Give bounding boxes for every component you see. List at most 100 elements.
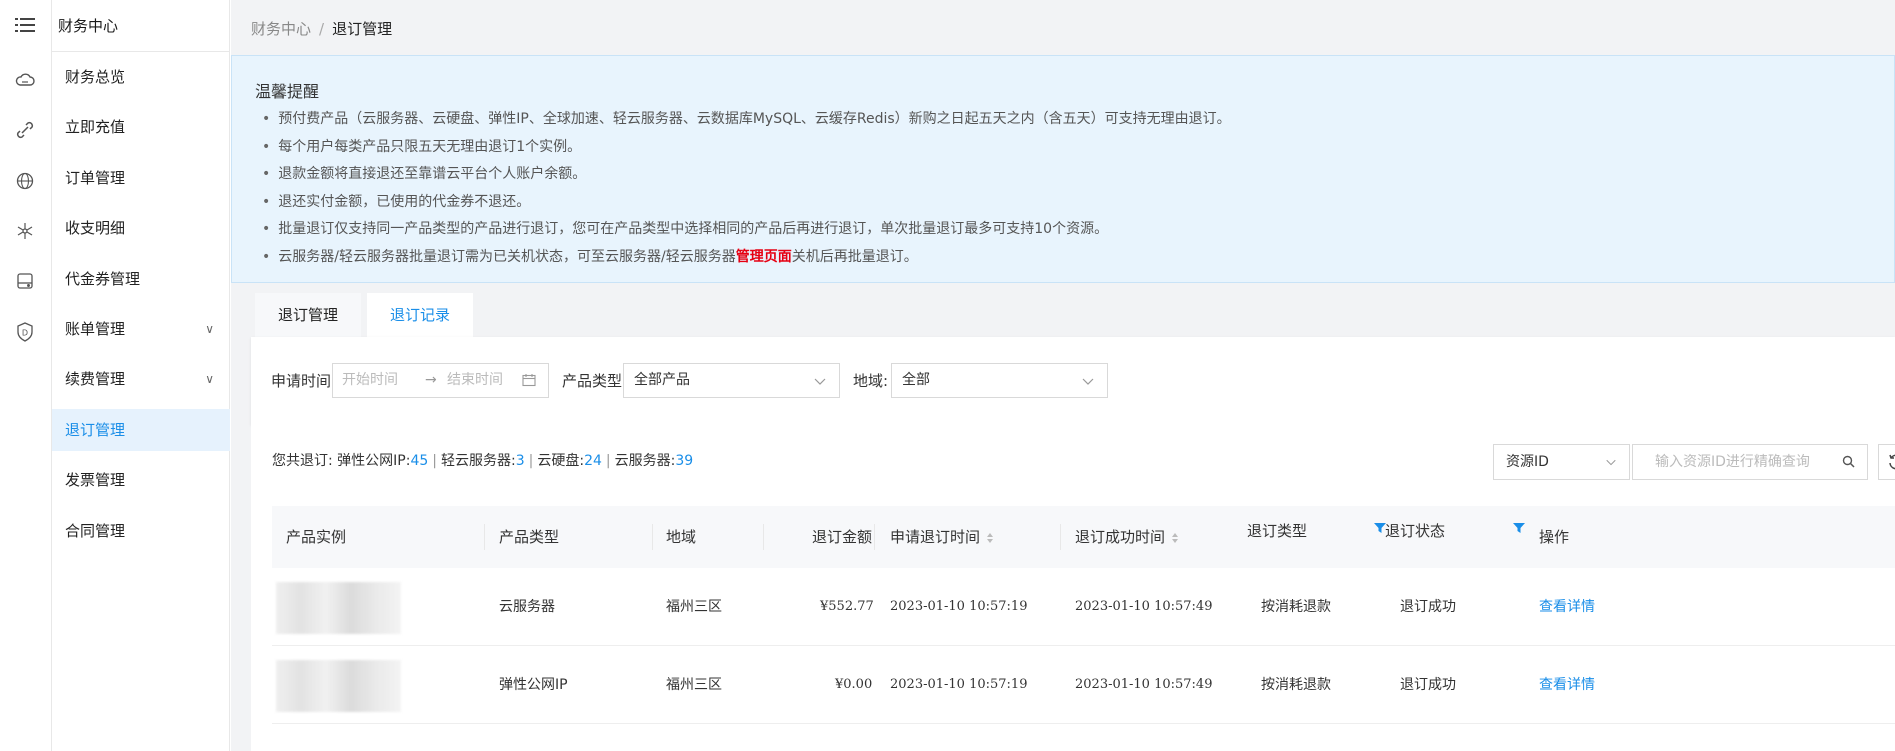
- breadcrumb-current: 退订管理: [332, 20, 393, 38]
- summary-count: 3: [515, 453, 525, 469]
- sidebar-item-contracts[interactable]: 合同管理: [52, 510, 230, 552]
- col-success-time-label: 退订成功时间: [1075, 528, 1166, 546]
- breadcrumb-separator: /: [319, 20, 325, 38]
- tab-unsubscribe-manage[interactable]: 退订管理: [255, 293, 362, 337]
- col-action: 操作: [1539, 528, 1570, 546]
- cell-apply-time: 2023-01-10 10:57:19: [890, 677, 1028, 692]
- calendar-icon: [522, 374, 536, 387]
- cell-status: 退订成功: [1400, 599, 1456, 615]
- cell-amount: ¥0.00: [835, 677, 873, 692]
- summary-item-name: 云硬盘:: [537, 453, 585, 469]
- sidebar-title: 财务中心: [52, 0, 229, 52]
- shield-icon[interactable]: D: [13, 320, 37, 344]
- apply-time-label: 申请时间:: [271, 372, 337, 390]
- summary-item-name: 轻云服务器:: [441, 453, 516, 469]
- svg-text:D: D: [22, 329, 28, 338]
- menu-icon[interactable]: [13, 13, 37, 37]
- sidebar-item-unsubscribe[interactable]: 退订管理: [52, 409, 230, 451]
- sidebar-item-bills[interactable]: 账单管理 ∨: [52, 308, 230, 350]
- search-box: [1632, 444, 1868, 480]
- sidebar-item-label: 代金券管理: [65, 270, 141, 288]
- summary-item-name: 云服务器:: [614, 453, 676, 469]
- disk-icon[interactable]: [13, 269, 37, 293]
- col-apply-time[interactable]: 申请退订时间: [890, 506, 994, 568]
- sidebar-item-transactions[interactable]: 收支明细: [52, 207, 230, 249]
- table-row: 云服务器 福州三区 ¥552.77 2023-01-10 10:57:19 20…: [272, 568, 1895, 646]
- column-divider: [874, 524, 875, 550]
- date-range-picker[interactable]: 开始时间 → 结束时间: [332, 363, 549, 398]
- search-icon[interactable]: [1842, 455, 1855, 468]
- chevron-down-icon: [1082, 378, 1094, 385]
- globe-icon[interactable]: [13, 169, 37, 193]
- sidebar-item-vouchers[interactable]: 代金券管理: [52, 258, 230, 300]
- notice-panel: 温馨提醒 预付费产品（云服务器、云硬盘、弹性IP、全球加速、轻云服务器、云数据库…: [231, 55, 1895, 283]
- finance-sidebar: 财务中心 财务总览 立即充值 订单管理 收支明细 代金券管理 账单管理 ∨ 续费管…: [52, 0, 230, 751]
- column-divider: [484, 524, 485, 550]
- product-type-label: 产品类型:: [562, 372, 628, 390]
- redacted-instance-id: [276, 660, 401, 712]
- icon-rail: D: [0, 0, 52, 751]
- notice-item: 云服务器/轻云服务器批量退订需为已关机状态，可至云服务器/轻云服务器管理页面关机…: [262, 244, 1231, 272]
- range-arrow-icon: →: [425, 372, 437, 388]
- product-type-value: 全部产品: [634, 372, 690, 388]
- col-instance: 产品实例: [286, 528, 347, 546]
- col-region: 地域: [666, 528, 697, 546]
- redacted-instance-id: [276, 582, 401, 634]
- tab-unsubscribe-records[interactable]: 退订记录: [367, 293, 474, 337]
- notice-text: 云服务器/轻云服务器批量退订需为已关机状态，可至云服务器/轻云服务器: [278, 248, 736, 265]
- start-time-input[interactable]: 开始时间: [342, 364, 398, 397]
- records-panel: 您共退订: 弹性公网IP:45 | 轻云服务器:3 | 云硬盘:24 | 云服务器:39 资…: [251, 425, 1895, 751]
- sidebar-item-label: 订单管理: [65, 169, 126, 187]
- network-icon[interactable]: [13, 219, 37, 243]
- notice-item: 退还实付金额，已使用的代金券不退还。: [262, 189, 1231, 217]
- link-icon[interactable]: [13, 118, 37, 142]
- cell-product-type: 弹性公网IP: [499, 677, 568, 693]
- summary-prefix: 您共退订:: [272, 453, 333, 469]
- sidebar-item-renewals[interactable]: 续费管理 ∨: [52, 358, 230, 400]
- column-divider: [1060, 524, 1061, 550]
- sidebar-item-orders[interactable]: 订单管理: [52, 157, 230, 199]
- sort-icon[interactable]: [1171, 532, 1179, 544]
- column-divider: [763, 524, 764, 550]
- sidebar-item-invoices[interactable]: 发票管理: [52, 459, 230, 501]
- breadcrumb: 财务中心 / 退订管理: [251, 18, 392, 39]
- search-field-select[interactable]: 资源ID: [1493, 444, 1630, 480]
- sidebar-item-label: 财务总览: [65, 68, 126, 86]
- filter-bar: 申请时间: 开始时间 → 结束时间 产品类型: 全部产品 地域: 全部: [251, 337, 1895, 425]
- manage-page-link[interactable]: 管理页面: [736, 249, 792, 265]
- view-details-link[interactable]: 查看详情: [1539, 646, 1595, 724]
- summary-count: 39: [675, 453, 694, 469]
- breadcrumb-root[interactable]: 财务中心: [251, 20, 311, 38]
- resource-id-search-input[interactable]: [1633, 445, 1833, 479]
- sidebar-item-overview[interactable]: 财务总览: [52, 56, 230, 98]
- table-header: 产品实例 产品类型 地域 退订金额 申请退订时间 退订成功时间 退订类型 退订状…: [272, 506, 1895, 568]
- end-time-input[interactable]: 结束时间: [447, 364, 503, 397]
- col-product-type: 产品类型: [499, 528, 560, 546]
- table-row: 弹性公网IP 福州三区 ¥0.00 2023-01-10 10:57:19 20…: [272, 646, 1895, 724]
- notice-text: 关机后再批量退订。: [791, 248, 918, 265]
- chevron-down-icon: ∨: [205, 322, 214, 336]
- cell-success-time: 2023-01-10 10:57:49: [1075, 677, 1213, 692]
- cell-region: 福州三区: [666, 677, 722, 693]
- product-type-select[interactable]: 全部产品: [623, 363, 840, 398]
- refresh-button[interactable]: [1878, 444, 1895, 480]
- notice-item: 退款金额将直接退还至靠谱云平台个人账户余额。: [262, 161, 1231, 189]
- sidebar-item-label: 立即充值: [65, 118, 126, 136]
- sidebar-item-label: 合同管理: [65, 522, 126, 540]
- filter-icon[interactable]: [1513, 522, 1525, 534]
- col-success-time[interactable]: 退订成功时间: [1075, 506, 1179, 568]
- sidebar-item-recharge[interactable]: 立即充值: [52, 106, 230, 148]
- notice-item: 预付费产品（云服务器、云硬盘、弹性IP、全球加速、轻云服务器、云数据库MySQL…: [262, 106, 1230, 134]
- cell-refund-type: 按消耗退款: [1261, 599, 1331, 615]
- notice-item: 每个用户每类产品只限五天无理由退订1个实例。: [262, 134, 1231, 162]
- cell-success-time: 2023-01-10 10:57:49: [1075, 599, 1213, 614]
- summary-count: 45: [410, 453, 429, 469]
- search-field-value: 资源ID: [1506, 454, 1549, 470]
- refresh-icon: [1888, 454, 1895, 470]
- region-select[interactable]: 全部: [891, 363, 1108, 398]
- cloud-icon[interactable]: [13, 68, 37, 92]
- sort-icon[interactable]: [986, 532, 994, 544]
- region-label: 地域:: [853, 372, 889, 390]
- view-details-link[interactable]: 查看详情: [1539, 568, 1595, 646]
- summary-item-name: 弹性公网IP:: [337, 453, 411, 469]
